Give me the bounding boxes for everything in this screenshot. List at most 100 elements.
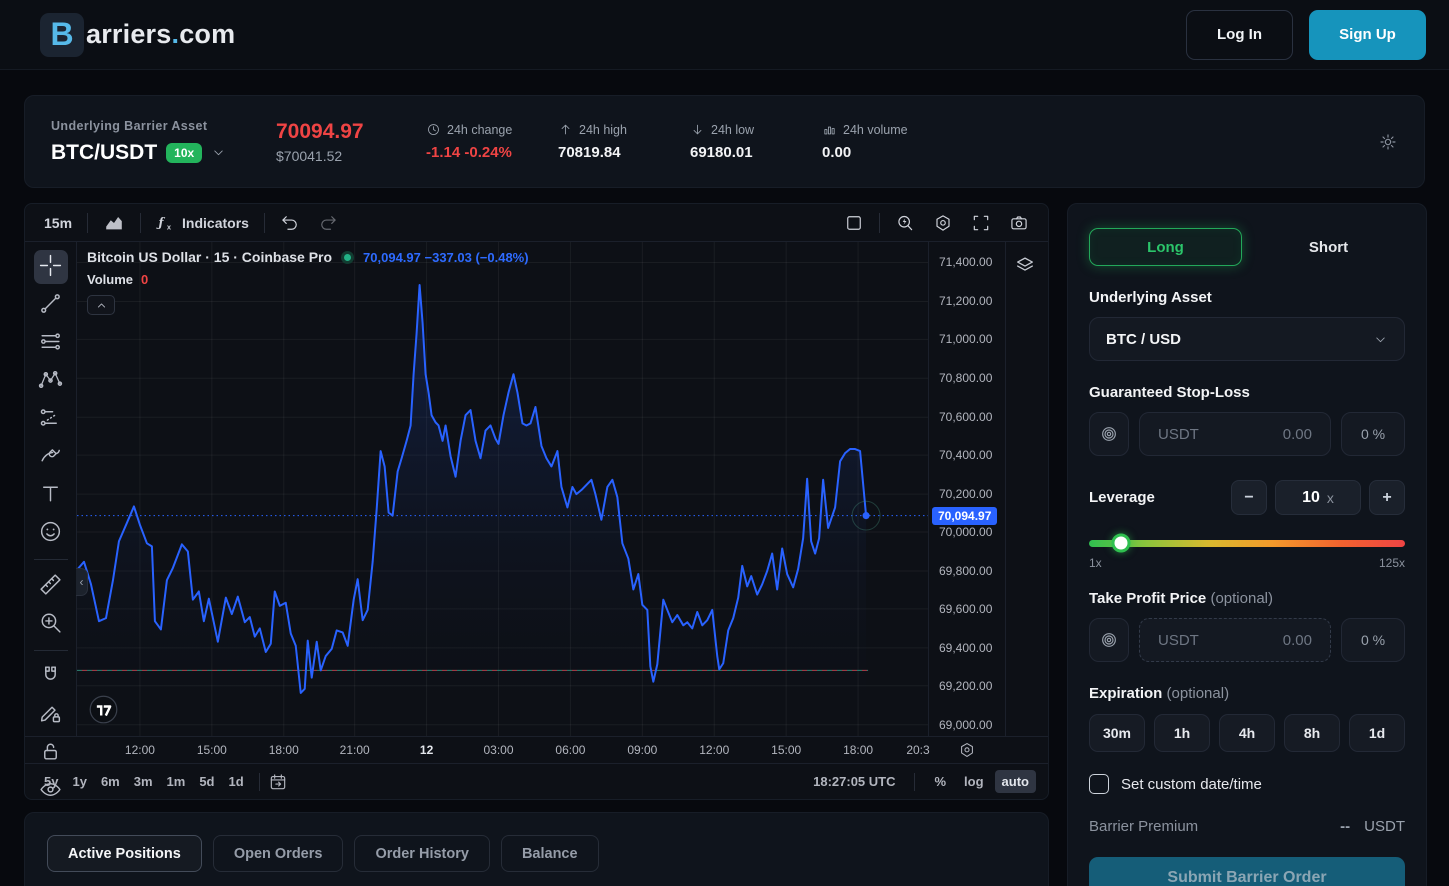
time-axis-label: 20:3: [906, 743, 929, 757]
snapshot-button[interactable]: [1000, 209, 1038, 237]
redo-button[interactable]: [309, 209, 347, 237]
interval-button[interactable]: 15m: [35, 211, 81, 235]
legend-collapse-button[interactable]: [87, 295, 115, 315]
tab-open-orders[interactable]: Open Orders: [213, 835, 344, 872]
range-button-5y[interactable]: 5y: [37, 770, 65, 793]
stop-loss-input[interactable]: USDT 0.00: [1139, 412, 1331, 456]
text-tool[interactable]: [34, 478, 68, 512]
quick-search-button[interactable]: [886, 209, 924, 237]
expiration-option-1h[interactable]: 1h: [1154, 714, 1210, 752]
chart-bottom-bar: 5y1y6m3m1m5d1d 18:27:05 UTC % log auto: [25, 763, 1048, 799]
range-button-3m[interactable]: 3m: [127, 770, 160, 793]
clock-utc-button[interactable]: 18:27:05 UTC: [806, 770, 902, 793]
xabcd-pattern-tool[interactable]: [34, 364, 68, 398]
tab-order-history[interactable]: Order History: [354, 835, 489, 872]
market-status-dot: [341, 251, 354, 264]
leverage-suffix: x: [1327, 490, 1334, 506]
take-profit-optional: (optional): [1210, 590, 1273, 607]
range-button-1d[interactable]: 1d: [222, 770, 251, 793]
horizontal-lines-tool[interactable]: [34, 326, 68, 360]
brand-logo[interactable]: B arriers.com: [40, 13, 235, 57]
pair-symbol: BTC/USDT: [51, 141, 157, 165]
chevron-down-icon: [1373, 332, 1388, 347]
tab-short[interactable]: Short: [1252, 228, 1405, 266]
underlying-asset-select[interactable]: BTC / USD: [1089, 317, 1405, 361]
tab-balance[interactable]: Balance: [501, 835, 599, 872]
expiration-option-30m[interactable]: 30m: [1089, 714, 1145, 752]
stop-loss-target-button[interactable]: [1089, 412, 1129, 456]
percent-scale-button[interactable]: %: [927, 770, 953, 793]
undo-button[interactable]: [271, 209, 309, 237]
symbol-title[interactable]: Bitcoin US Dollar · 15 · Coinbase Pro: [87, 249, 332, 265]
take-profit-percent-button[interactable]: 0 %: [1341, 618, 1405, 662]
axis-settings-button[interactable]: [928, 737, 1006, 763]
search-lightning-icon: [895, 213, 915, 233]
auto-scale-button[interactable]: auto: [995, 770, 1036, 793]
leverage-slider-track[interactable]: [1089, 540, 1405, 547]
chevron-up-icon: [94, 298, 109, 313]
low-value: 69180.01: [690, 144, 786, 161]
tradingview-logo[interactable]: [89, 695, 118, 724]
login-button[interactable]: Log In: [1186, 10, 1293, 60]
xabcd-pattern-icon: [38, 367, 63, 395]
layout-button[interactable]: [835, 209, 873, 237]
current-price-tag: 70,094.97: [932, 507, 997, 525]
undo-icon: [280, 213, 300, 233]
stop-loss-percent-button[interactable]: 0 %: [1341, 412, 1405, 456]
magnet-icon: [38, 663, 63, 691]
leverage-plus-button[interactable]: +: [1369, 480, 1405, 515]
layers-icon[interactable]: [1014, 254, 1036, 276]
custom-datetime-row[interactable]: Set custom date/time: [1089, 774, 1405, 794]
crosshair-tool[interactable]: [34, 250, 68, 284]
take-profit-amount: 0.00: [1283, 632, 1312, 649]
forecast-tool[interactable]: [34, 402, 68, 436]
expiration-option-8h[interactable]: 8h: [1284, 714, 1340, 752]
chart-settings-button[interactable]: [924, 209, 962, 237]
take-profit-target-button[interactable]: [1089, 618, 1129, 662]
ruler-tool[interactable]: [34, 569, 68, 603]
leverage-minus-button[interactable]: −: [1231, 480, 1267, 515]
emoji-tool[interactable]: [34, 516, 68, 550]
brand-initial-tile: B: [40, 13, 84, 57]
trend-line-tool[interactable]: [34, 288, 68, 322]
signup-button[interactable]: Sign Up: [1309, 10, 1426, 60]
horizontal-lines-icon: [38, 329, 63, 357]
tab-active-positions[interactable]: Active Positions: [47, 835, 202, 872]
volume-bars-icon: [822, 122, 837, 137]
custom-datetime-checkbox[interactable]: [1089, 774, 1109, 794]
range-button-1y[interactable]: 1y: [65, 770, 93, 793]
goto-date-button[interactable]: [268, 772, 288, 792]
toolbar-collapse-handle[interactable]: ‹: [76, 568, 88, 596]
area-chart-icon: [103, 212, 125, 234]
indicators-button[interactable]: ƒxIndicators: [147, 209, 258, 237]
expiration-option-4h[interactable]: 4h: [1219, 714, 1275, 752]
range-button-1m[interactable]: 1m: [160, 770, 193, 793]
range-button-5d[interactable]: 5d: [192, 770, 221, 793]
leverage-slider-thumb[interactable]: [1111, 534, 1130, 553]
price-axis[interactable]: 71,400.0071,200.0071,000.0070,800.0070,6…: [928, 242, 1006, 736]
price-axis-label: 70,800.00: [939, 371, 992, 385]
settings-gear-icon[interactable]: [1378, 132, 1398, 152]
chart-type-button[interactable]: [94, 208, 134, 238]
log-scale-button[interactable]: log: [957, 770, 991, 793]
pair-selector[interactable]: BTC/USDT 10x: [51, 141, 276, 165]
leverage-slider[interactable]: [1089, 534, 1405, 552]
brush-tool[interactable]: [34, 440, 68, 474]
leverage-value-input[interactable]: 10 x: [1275, 480, 1361, 515]
expiration-option-1d[interactable]: 1d: [1349, 714, 1405, 752]
take-profit-input[interactable]: USDT 0.00: [1139, 618, 1331, 662]
magnet-tool[interactable]: [34, 660, 68, 694]
hexagon-gear-icon: [933, 213, 953, 233]
positions-tabs-panel: Active Positions Open Orders Order History…: [24, 812, 1049, 886]
submit-barrier-order-button[interactable]: Submit Barrier Order: [1089, 857, 1405, 886]
drawing-toolbar: [25, 242, 77, 736]
range-button-6m[interactable]: 6m: [94, 770, 127, 793]
forecast-icon: [38, 405, 63, 433]
draw-lock-tool[interactable]: [34, 698, 68, 732]
tab-long[interactable]: Long: [1089, 228, 1242, 266]
camera-icon: [1009, 213, 1029, 233]
fullscreen-button[interactable]: [962, 209, 1000, 237]
chart-plot[interactable]: Bitcoin US Dollar · 15 · Coinbase Pro 70…: [77, 242, 928, 736]
zoom-in-tool[interactable]: [34, 607, 68, 641]
time-axis[interactable]: 12:0015:0018:0021:001203:0006:0009:0012:…: [77, 737, 928, 763]
